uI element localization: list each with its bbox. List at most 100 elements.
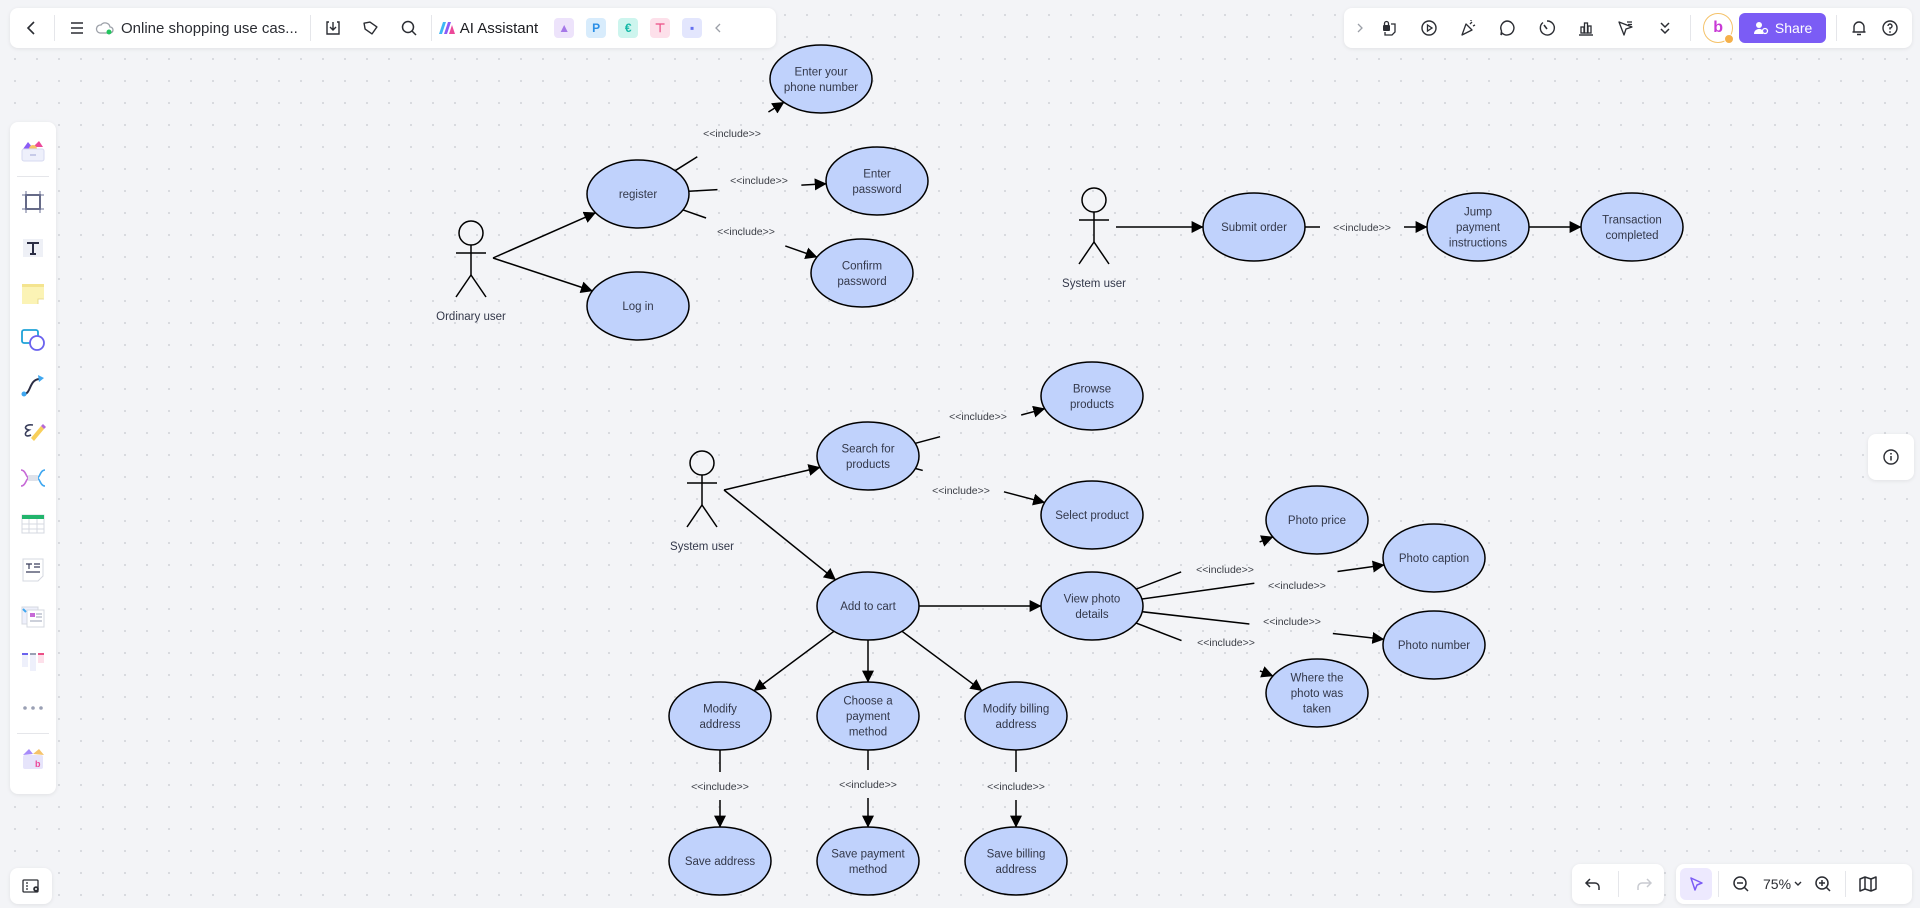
relation-arrow[interactable]: [801, 178, 827, 191]
presentation-app-icon[interactable]: P: [586, 18, 607, 38]
select-tool-button[interactable]: [1680, 868, 1712, 900]
actor-ordinary-user[interactable]: Ordinary user: [436, 220, 506, 323]
relation-line[interactable]: [1135, 622, 1182, 642]
vote-button[interactable]: [1570, 12, 1601, 44]
minimap-button[interactable]: [1852, 868, 1884, 900]
plugin-box-tool[interactable]: b: [15, 741, 51, 777]
relation-submit-order-to-jump-payment[interactable]: <<include>>: [1305, 221, 1428, 234]
kanban-tool[interactable]: [15, 644, 51, 680]
collapse-toolbar-button[interactable]: [708, 12, 728, 44]
relation-register-to-confirm-password[interactable]: <<include>>: [682, 209, 818, 259]
relation-arrow[interactable]: [785, 245, 818, 259]
relation-view-photo-details-to-photo-caption[interactable]: <<include>>: [1141, 560, 1385, 600]
relation-system-user-2-to-add-to-cart[interactable]: [723, 489, 836, 581]
shape-tool[interactable]: [15, 322, 51, 358]
relation-arrow[interactable]: [1259, 535, 1274, 547]
user-avatar[interactable]: b: [1703, 13, 1734, 44]
mindmap-app-icon[interactable]: €: [618, 18, 639, 38]
document-tool[interactable]: [15, 552, 51, 588]
use-case-register[interactable]: register: [586, 159, 690, 229]
actor-system-user-2[interactable]: System user: [670, 450, 734, 553]
relation-line[interactable]: [682, 209, 707, 219]
share-button[interactable]: Share: [1738, 13, 1827, 43]
materials-tool[interactable]: [15, 133, 51, 169]
relation-register-to-enter-password[interactable]: <<include>>: [688, 175, 827, 192]
relation-line[interactable]: [1141, 582, 1255, 600]
use-case-log-in[interactable]: Log in: [586, 271, 690, 341]
relation-add-to-cart-to-modify-address[interactable]: [753, 630, 835, 692]
association-arrow[interactable]: [723, 464, 821, 491]
zoom-dropdown[interactable]: [1793, 880, 1807, 888]
relation-view-photo-details-to-photo-location[interactable]: <<include>>: [1135, 622, 1274, 678]
use-case-ellipse[interactable]: [964, 826, 1068, 896]
relation-view-photo-details-to-photo-price[interactable]: <<include>>: [1135, 535, 1274, 590]
template-tool[interactable]: [15, 598, 51, 634]
text-tool[interactable]: [15, 230, 51, 266]
sticky-note-tool[interactable]: [15, 276, 51, 312]
use-case-ellipse[interactable]: [769, 44, 873, 114]
use-case-photo-caption[interactable]: Photo caption: [1382, 523, 1486, 593]
use-case-ellipse[interactable]: [816, 421, 920, 491]
use-case-submit-order[interactable]: Submit order: [1202, 192, 1306, 262]
use-case-enter-phone[interactable]: Enter your phone number: [769, 44, 873, 114]
undo-button[interactable]: [1577, 868, 1609, 900]
relation-choose-payment-to-save-payment[interactable]: <<include>>: [839, 750, 897, 828]
association-arrow[interactable]: [723, 489, 836, 581]
follow-cursor-button[interactable]: [1610, 12, 1641, 44]
flowchart-app-icon[interactable]: ⊤: [650, 18, 671, 38]
association-arrow[interactable]: [492, 257, 593, 293]
use-case-ellipse[interactable]: [964, 681, 1068, 751]
actor-system-user-1[interactable]: System user: [1062, 187, 1126, 290]
use-case-add-to-cart[interactable]: Add to cart: [816, 571, 920, 641]
use-case-save-payment[interactable]: Save payment method: [816, 826, 920, 896]
use-case-transaction-completed[interactable]: Transaction completed: [1580, 192, 1684, 262]
use-case-browse-products[interactable]: Browse products: [1040, 361, 1144, 431]
use-case-ellipse[interactable]: [668, 681, 772, 751]
relation-arrow[interactable]: [1003, 491, 1046, 506]
relation-modify-billing-to-save-billing[interactable]: <<include>>: [987, 750, 1045, 828]
association-arrow[interactable]: [753, 630, 835, 692]
use-case-select-product[interactable]: Select product: [1040, 480, 1144, 550]
relation-system-user-2-to-search-products[interactable]: [723, 464, 821, 491]
more-tools-button[interactable]: [15, 690, 51, 726]
more-tools-button[interactable]: [1649, 12, 1680, 44]
present-button[interactable]: [1413, 12, 1444, 44]
lock-page-button[interactable]: [1374, 12, 1405, 44]
association-arrow[interactable]: [901, 630, 983, 692]
relation-ordinary-user-to-register[interactable]: [492, 211, 597, 259]
use-case-ellipse[interactable]: [1040, 361, 1144, 431]
frame-tool[interactable]: [15, 184, 51, 220]
use-case-modify-address[interactable]: Modify address: [668, 681, 772, 751]
use-case-ellipse[interactable]: [810, 238, 914, 308]
use-case-save-address[interactable]: Save address: [668, 826, 772, 896]
zoom-level[interactable]: 75%: [1763, 876, 1791, 892]
use-case-ellipse[interactable]: [1040, 571, 1144, 641]
relation-arrow[interactable]: [1259, 666, 1274, 678]
use-case-photo-location[interactable]: Where the photo was taken: [1265, 658, 1369, 728]
use-case-ellipse[interactable]: [816, 826, 920, 896]
relation-line[interactable]: [915, 435, 941, 445]
chat-app-icon[interactable]: ▪: [682, 18, 703, 38]
outline-map-button[interactable]: [10, 868, 52, 904]
table-tool[interactable]: [15, 506, 51, 542]
association-arrow[interactable]: [492, 211, 597, 259]
use-case-ellipse[interactable]: [825, 146, 929, 216]
info-panel-button[interactable]: [1868, 434, 1914, 480]
celebrate-button[interactable]: [1452, 12, 1483, 44]
help-button[interactable]: [1875, 12, 1906, 44]
use-case-save-billing[interactable]: Save billing address: [964, 826, 1068, 896]
download-button[interactable]: [317, 12, 349, 44]
relation-register-to-enter-phone[interactable]: <<include>>: [674, 101, 785, 172]
ai-assistant-button[interactable]: AI Assistant: [438, 20, 538, 37]
zoom-in-button[interactable]: [1807, 868, 1839, 900]
search-button[interactable]: [393, 12, 425, 44]
use-case-diagram[interactable]: <<include>> <<include>> <<include>> <<inclu…: [0, 0, 1920, 908]
redo-button[interactable]: [1628, 868, 1660, 900]
relation-line[interactable]: [674, 156, 698, 172]
relation-view-photo-details-to-photo-number[interactable]: <<include>>: [1142, 610, 1385, 644]
notifications-button[interactable]: [1843, 12, 1874, 44]
use-case-photo-number[interactable]: Photo number: [1382, 610, 1486, 680]
use-case-modify-billing[interactable]: Modify billing address: [964, 681, 1068, 751]
connector-tool[interactable]: [15, 368, 51, 404]
relation-line[interactable]: [1142, 610, 1250, 625]
